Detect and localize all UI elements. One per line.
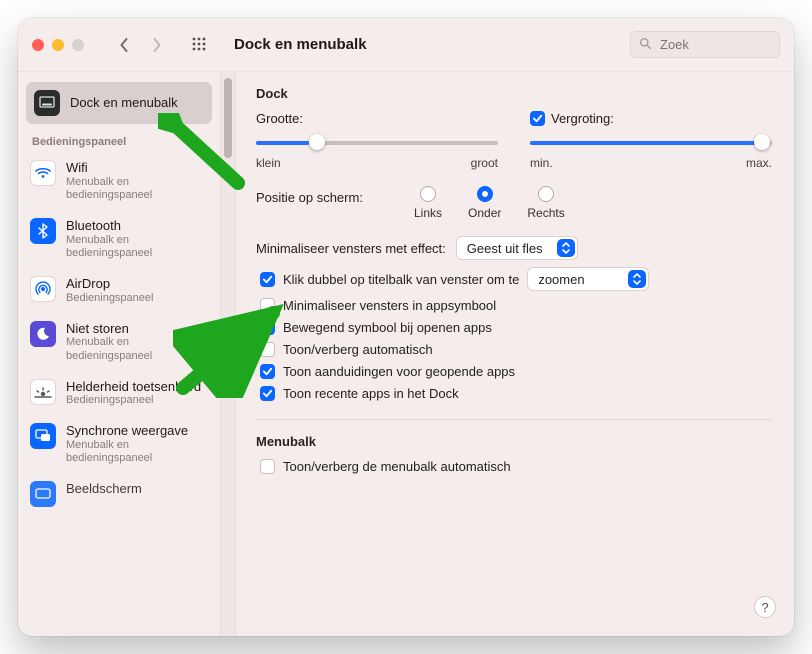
- traffic-lights: [32, 39, 84, 51]
- indicators-label: Toon aanduidingen voor geopende apps: [283, 364, 515, 379]
- section-title-dock: Dock: [256, 86, 772, 101]
- sidebar-item-label: Helderheid toetsenbord: [66, 379, 201, 395]
- system-preferences-window: Dock en menubalk Dock en menubalk Bedien…: [18, 18, 794, 636]
- sidebar-item-sub: Bedieningspaneel: [66, 394, 201, 407]
- sidebar-item-label: Wifi: [66, 160, 208, 176]
- mirror-icon: [30, 423, 56, 449]
- recent-apps-label: Toon recente apps in het Dock: [283, 386, 459, 401]
- sidebar-item-screen-mirroring[interactable]: Synchrone weergave Menubalk en bediening…: [18, 415, 220, 473]
- dblclick-label: Klik dubbel op titelbalk van venster om …: [283, 272, 519, 287]
- min-into-icon-checkbox[interactable]: [260, 298, 275, 313]
- sidebar-item-bluetooth[interactable]: Bluetooth Menubalk en bedieningspaneel: [18, 210, 220, 268]
- sidebar-item-label: Dock en menubalk: [70, 95, 178, 111]
- minimize-effect-value: Geest uit fles: [467, 241, 555, 256]
- bluetooth-icon: [30, 218, 56, 244]
- minimize-effect-label: Minimaliseer vensters met effect:: [256, 241, 446, 256]
- sidebar-item-sub: Menubalk en bedieningspaneel: [66, 176, 208, 202]
- sidebar-item-keyboard-brightness[interactable]: Helderheid toetsenbord Bedieningspaneel: [18, 371, 220, 416]
- sidebar-item-dnd[interactable]: Niet storen Menubalk en bedieningspaneel: [18, 313, 220, 371]
- sidebar-item-label: Beeldscherm: [66, 481, 142, 497]
- position-radio-group: Links Onder Rechts: [414, 186, 565, 220]
- position-label: Positie op scherm:: [256, 186, 396, 205]
- wifi-icon: [30, 160, 56, 186]
- divider: [256, 419, 772, 420]
- sidebar-item-sub: Menubalk en bedieningspaneel: [66, 439, 208, 465]
- forward-button[interactable]: [142, 33, 170, 57]
- close-button[interactable]: [32, 39, 44, 51]
- preferences-content: Dock Grootte: klein groot: [236, 72, 794, 636]
- airdrop-icon: [30, 276, 56, 302]
- sidebar-item-airdrop[interactable]: AirDrop Bedieningspaneel: [18, 268, 220, 313]
- dblclick-action-select[interactable]: zoomen: [527, 267, 649, 291]
- titlebar: Dock en menubalk: [18, 18, 794, 72]
- chevron-updown-icon: [557, 239, 575, 257]
- search-field[interactable]: [630, 31, 780, 58]
- show-all-button[interactable]: [186, 33, 214, 57]
- keyboard-brightness-icon: [30, 379, 56, 405]
- minimize-effect-select[interactable]: Geest uit fles: [456, 236, 578, 260]
- position-left-label: Links: [414, 206, 442, 220]
- size-slider[interactable]: [256, 132, 498, 152]
- position-bottom-label: Onder: [468, 206, 501, 220]
- sidebar: Dock en menubalk Bedieningspaneel Wifi M…: [18, 72, 220, 636]
- mag-min: min.: [530, 156, 553, 170]
- magnification-label: Vergroting:: [551, 111, 614, 126]
- sidebar-item-dock-menubar[interactable]: Dock en menubalk: [26, 82, 212, 124]
- sidebar-group-header: Bedieningspaneel: [18, 128, 220, 152]
- scroll-thumb[interactable]: [224, 78, 232, 158]
- autohide-checkbox[interactable]: [260, 342, 275, 357]
- menubar-autohide-label: Toon/verberg de menubalk automatisch: [283, 459, 511, 474]
- scrollbar[interactable]: [220, 72, 236, 636]
- sidebar-item-sub: Menubalk en bedieningspaneel: [66, 234, 208, 260]
- recent-apps-checkbox[interactable]: [260, 386, 275, 401]
- dblclick-action-value: zoomen: [538, 272, 626, 287]
- autohide-label: Toon/verberg automatisch: [283, 342, 433, 357]
- menubar-autohide-checkbox[interactable]: [260, 459, 275, 474]
- size-label: Grootte:: [256, 111, 303, 126]
- indicators-checkbox[interactable]: [260, 364, 275, 379]
- help-button[interactable]: ?: [754, 596, 776, 618]
- display-icon: [30, 481, 56, 507]
- chevron-updown-icon: [628, 270, 646, 288]
- magnification-slider[interactable]: [530, 132, 772, 152]
- animate-open-checkbox[interactable]: [260, 320, 275, 335]
- sidebar-item-display[interactable]: Beeldscherm: [18, 473, 220, 515]
- magnification-checkbox[interactable]: [530, 111, 545, 126]
- sidebar-item-sub: Menubalk en bedieningspaneel: [66, 336, 208, 362]
- window-title: Dock en menubalk: [234, 36, 367, 53]
- search-input[interactable]: [658, 36, 771, 53]
- mag-max: max.: [746, 156, 772, 170]
- position-bottom-radio[interactable]: [477, 186, 493, 202]
- size-min: klein: [256, 156, 281, 170]
- min-into-icon-label: Minimaliseer vensters in appsymbool: [283, 298, 496, 313]
- moon-icon: [30, 321, 56, 347]
- sidebar-item-label: Synchrone weergave: [66, 423, 208, 439]
- sidebar-item-sub: Bedieningspaneel: [66, 292, 153, 305]
- animate-open-label: Bewegend symbool bij openen apps: [283, 320, 492, 335]
- position-right-radio[interactable]: [538, 186, 554, 202]
- zoom-button[interactable]: [72, 39, 84, 51]
- dock-icon: [34, 90, 60, 116]
- section-title-menubar: Menubalk: [256, 434, 772, 449]
- minimize-button[interactable]: [52, 39, 64, 51]
- sidebar-item-label: Niet storen: [66, 321, 208, 337]
- dblclick-checkbox[interactable]: [260, 272, 275, 287]
- search-icon: [639, 37, 652, 53]
- position-right-label: Rechts: [527, 206, 564, 220]
- size-max: groot: [471, 156, 498, 170]
- sidebar-item-wifi[interactable]: Wifi Menubalk en bedieningspaneel: [18, 152, 220, 210]
- position-left-radio[interactable]: [420, 186, 436, 202]
- back-button[interactable]: [110, 33, 138, 57]
- sidebar-item-label: AirDrop: [66, 276, 153, 292]
- sidebar-item-label: Bluetooth: [66, 218, 208, 234]
- history-nav: [110, 33, 170, 57]
